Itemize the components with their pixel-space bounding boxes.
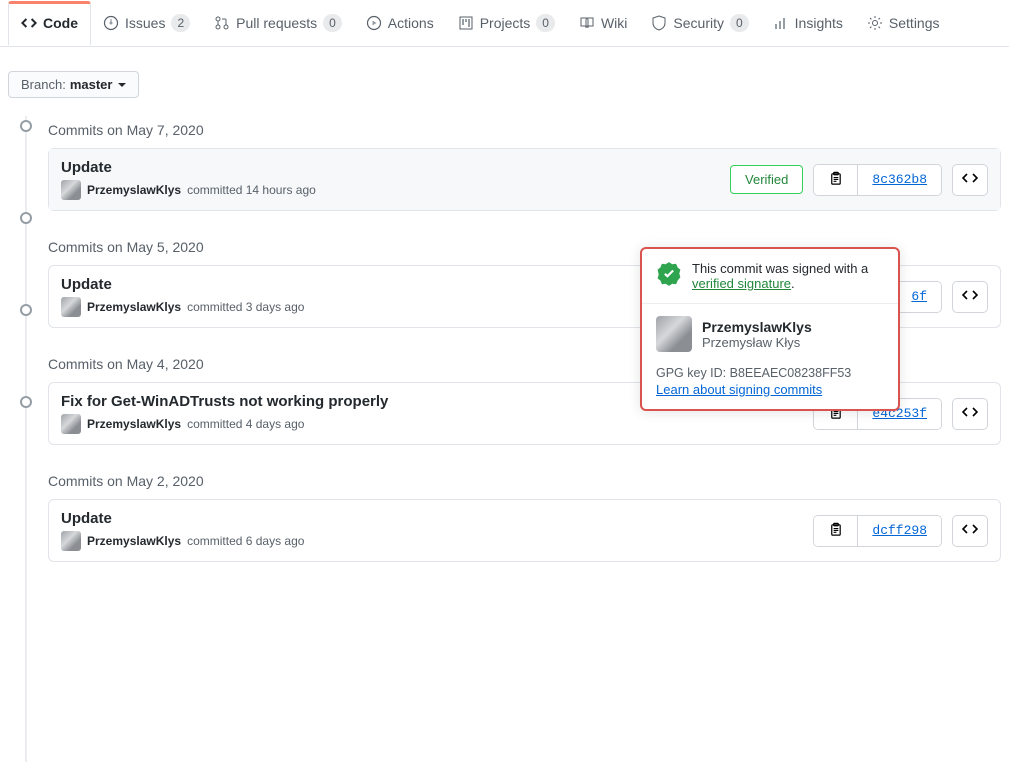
branch-selector[interactable]: Branch: master bbox=[8, 71, 139, 98]
clipboard-icon bbox=[828, 171, 843, 189]
commit-time: committed 14 hours ago bbox=[187, 183, 316, 197]
tab-label: Issues bbox=[125, 15, 165, 31]
tab-code[interactable]: Code bbox=[8, 1, 91, 45]
copy-sha-button[interactable] bbox=[814, 165, 857, 195]
branch-label: Branch: bbox=[21, 77, 66, 92]
tab-projects[interactable]: Projects 0 bbox=[446, 0, 567, 46]
gpg-label: GPG key ID: bbox=[656, 366, 726, 380]
tab-label: Wiki bbox=[601, 15, 627, 31]
tab-pulls[interactable]: Pull requests 0 bbox=[202, 0, 354, 46]
commit-sha-link[interactable]: dcff298 bbox=[857, 516, 941, 546]
commit-sha-link[interactable]: 6f bbox=[896, 282, 941, 312]
tab-label: Pull requests bbox=[236, 15, 317, 31]
commit-author[interactable]: PrzemyslawKlys bbox=[87, 417, 181, 431]
tab-label: Security bbox=[673, 15, 724, 31]
commit-list: Update PrzemyslawKlys committed 6 days ago… bbox=[48, 499, 1001, 562]
commit-time: committed 4 days ago bbox=[187, 417, 304, 431]
learn-signing-link[interactable]: Learn about signing commits bbox=[656, 382, 822, 397]
count-badge: 0 bbox=[536, 14, 555, 32]
gpg-id: B8EEAEC08238FF53 bbox=[730, 366, 852, 380]
commit-sha-link[interactable]: 8c362b8 bbox=[857, 165, 941, 195]
tab-label: Insights bbox=[795, 15, 843, 31]
pull-request-icon bbox=[214, 15, 230, 31]
browse-repo-button[interactable] bbox=[952, 398, 988, 430]
graph-icon bbox=[773, 15, 789, 31]
play-icon bbox=[366, 15, 382, 31]
project-icon bbox=[458, 15, 474, 31]
commit-group-title: Commits on May 2, 2020 bbox=[48, 467, 1001, 499]
clipboard-icon bbox=[828, 522, 843, 540]
tab-issues[interactable]: Issues 2 bbox=[91, 0, 202, 46]
commit-title[interactable]: Update bbox=[61, 510, 813, 527]
popover-username[interactable]: PrzemyslawKlys bbox=[702, 319, 812, 335]
tab-label: Actions bbox=[388, 15, 434, 31]
avatar[interactable] bbox=[61, 414, 81, 434]
count-badge: 0 bbox=[730, 14, 749, 32]
commit-title[interactable]: Update bbox=[61, 159, 730, 176]
browse-code-icon bbox=[962, 287, 978, 306]
tab-insights[interactable]: Insights bbox=[761, 1, 855, 45]
commit-author[interactable]: PrzemyslawKlys bbox=[87, 534, 181, 548]
count-badge: 2 bbox=[171, 14, 190, 32]
avatar[interactable] bbox=[61, 297, 81, 317]
popover-realname: Przemysław Kłys bbox=[702, 335, 812, 350]
tab-actions[interactable]: Actions bbox=[354, 1, 446, 45]
browse-repo-button[interactable] bbox=[952, 164, 988, 196]
browse-code-icon bbox=[962, 404, 978, 423]
timeline-marker-icon bbox=[20, 120, 32, 132]
tab-settings[interactable]: Settings bbox=[855, 1, 952, 45]
browse-repo-button[interactable] bbox=[952, 515, 988, 547]
verified-popover: This commit was signed with a verified s… bbox=[640, 247, 900, 411]
copy-sha-button[interactable] bbox=[814, 516, 857, 546]
avatar[interactable] bbox=[61, 180, 81, 200]
tab-label: Code bbox=[43, 15, 78, 31]
repo-tabs: Code Issues 2 Pull requests 0 Actions Projects… bbox=[0, 0, 1009, 47]
browse-code-icon bbox=[962, 170, 978, 189]
browse-repo-button[interactable] bbox=[952, 281, 988, 313]
code-icon bbox=[21, 15, 37, 31]
commit-list: Update PrzemyslawKlys committed 14 hours a… bbox=[48, 148, 1001, 211]
issue-icon bbox=[103, 15, 119, 31]
verified-signature-link[interactable]: verified signature bbox=[692, 276, 791, 291]
avatar[interactable] bbox=[61, 531, 81, 551]
commit-time: committed 3 days ago bbox=[187, 300, 304, 314]
tab-label: Settings bbox=[889, 15, 940, 31]
tab-security[interactable]: Security 0 bbox=[639, 0, 760, 46]
commit-row: Update PrzemyslawKlys committed 14 hours a… bbox=[49, 149, 1000, 210]
timeline-marker-icon bbox=[20, 212, 32, 224]
gear-icon bbox=[867, 15, 883, 31]
book-icon bbox=[579, 15, 595, 31]
commit-group-title: Commits on May 7, 2020 bbox=[48, 116, 1001, 148]
commit-row: Update PrzemyslawKlys committed 6 days ago… bbox=[49, 500, 1000, 561]
commit-author[interactable]: PrzemyslawKlys bbox=[87, 183, 181, 197]
avatar bbox=[656, 316, 692, 352]
shield-icon bbox=[651, 15, 667, 31]
count-badge: 0 bbox=[323, 14, 342, 32]
tab-wiki[interactable]: Wiki bbox=[567, 1, 639, 45]
tab-label: Projects bbox=[480, 15, 531, 31]
timeline-marker-icon bbox=[20, 304, 32, 316]
timeline-marker-icon bbox=[20, 396, 32, 408]
commit-author[interactable]: PrzemyslawKlys bbox=[87, 300, 181, 314]
popover-text: This commit was signed with a bbox=[692, 261, 868, 276]
verified-badge-icon bbox=[656, 261, 682, 287]
commit-time: committed 6 days ago bbox=[187, 534, 304, 548]
chevron-down-icon bbox=[118, 83, 126, 87]
branch-name: master bbox=[70, 77, 113, 92]
browse-code-icon bbox=[962, 521, 978, 540]
verified-badge[interactable]: Verified bbox=[730, 165, 803, 194]
